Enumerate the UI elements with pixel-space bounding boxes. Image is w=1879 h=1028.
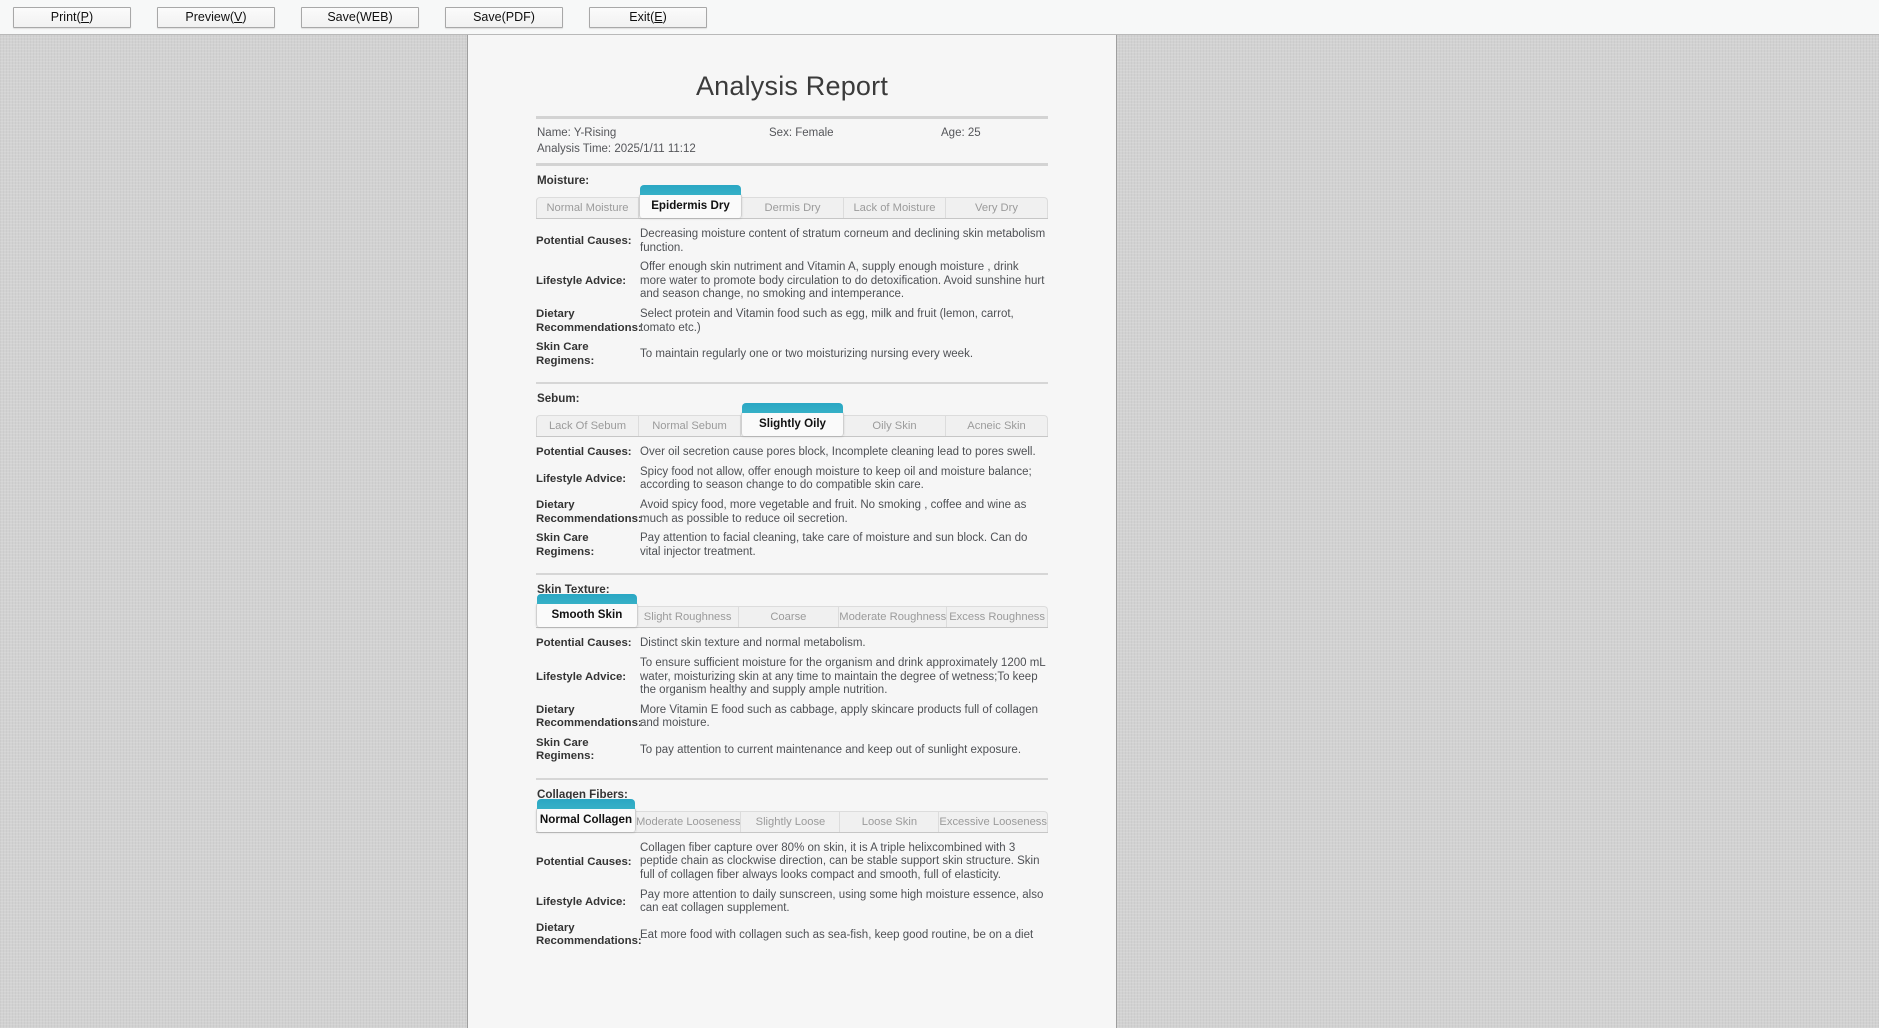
detail-row-skin-care-regimens: Skin Care Regimens: To pay attention to c… [536, 734, 1048, 767]
tab-strip: Normal Moisture Epidermis Dry Dermis Dry La… [536, 185, 1048, 219]
detail-row-potential-causes: Potential Causes: Distinct skin texture a… [536, 634, 1048, 654]
report-sections: Moisture: Normal Moisture Epidermis Dry Der… [536, 166, 1048, 952]
detail-row-skin-care-regimens: Skin Care Regimens: Pay attention to faci… [536, 529, 1048, 562]
detail-row-dietary-recommendations: Dietary Recommendations: More Vitamin E f… [536, 701, 1048, 734]
section-skin-texture: Skin Texture: Smooth Skin Slight Roughness… [536, 575, 1048, 780]
info-sex: Sex: Female [769, 127, 834, 139]
detail-row-dietary-recommendations: Dietary Recommendations: Select protein a… [536, 305, 1048, 338]
detail-row-lifestyle-advice: Lifestyle Advice: Spicy food not allow, o… [536, 463, 1048, 496]
detail-value: To ensure sufficient moisture for the or… [640, 656, 1046, 697]
detail-label: Skin Care Regimens: [536, 736, 595, 763]
detail-value: Collagen fiber capture over 80% on skin,… [640, 841, 1040, 882]
section-moisture: Moisture: Normal Moisture Epidermis Dry Der… [536, 166, 1048, 385]
detail-value: Avoid spicy food, more vegetable and fru… [640, 498, 1027, 525]
info-name: Name: Y-Rising [537, 127, 617, 139]
detail-value: Offer enough skin nutriment and Vitamin … [640, 261, 1045, 301]
detail-row-potential-causes: Potential Causes: Collagen fiber capture … [536, 839, 1048, 886]
save-pdf-button[interactable]: Save(PDF) [445, 6, 563, 28]
tab-coarse[interactable]: Coarse [738, 606, 840, 628]
detail-label: Dietary Recommendations: [536, 499, 642, 525]
detail-label: Skin Care Regimens: [536, 532, 595, 558]
tab-moderate-looseness[interactable]: Moderate Looseness [635, 810, 742, 832]
detail-row-lifestyle-advice: Lifestyle Advice: Pay more attention to d… [536, 886, 1048, 919]
report-page-sheet: Analysis Report Name: Y-Rising Sex: Fema… [467, 35, 1117, 1028]
preview-button[interactable]: Preview(V) [157, 6, 275, 28]
tab-normal-sebum[interactable]: Normal Sebum [639, 415, 741, 437]
detail-label: Dietary Recommendations: [536, 703, 642, 730]
detail-value: Select protein and Vitamin food such as … [640, 307, 1014, 334]
detail-label: Lifestyle Advice: [536, 274, 627, 287]
detail-label: Lifestyle Advice: [536, 670, 627, 683]
detail-label: Dietary Recommendations: [536, 921, 642, 948]
tab-smooth-skin[interactable]: Smooth Skin [536, 594, 638, 628]
detail-row-lifestyle-advice: Lifestyle Advice: Offer enough skin nutri… [536, 258, 1048, 305]
detail-value: To pay attention to current maintenance … [640, 743, 1022, 756]
page-title: Analysis Report [695, 71, 889, 101]
section-sebum: Sebum: Lack Of Sebum Normal Sebum Slightly … [536, 384, 1048, 576]
tab-excessive-looseness[interactable]: Excessive Looseness [939, 810, 1048, 832]
detail-value: Decreasing moisture content of stratum c… [640, 228, 1046, 254]
tab-slight-roughness[interactable]: Slight Roughness [637, 606, 739, 628]
detail-value: Distinct skin texture and normal metabol… [640, 637, 866, 650]
detail-value: More Vitamin E food such as cabbage, app… [640, 703, 1039, 730]
exit-button[interactable]: Exit(E) [589, 6, 707, 28]
print-button[interactable]: Print(P) [13, 6, 131, 28]
detail-row-skin-care-regimens: Skin Care Regimens: To maintain regularly… [536, 338, 1048, 371]
detail-value: Pay more attention to daily sunscreen, u… [640, 888, 1044, 915]
tab-oily-skin[interactable]: Oily Skin [844, 415, 946, 437]
detail-label: Potential Causes: [536, 855, 632, 868]
section-collagen-fibers: Collagen Fibers: Normal Collagen Moderate … [536, 780, 1048, 952]
info-analysis-time: Analysis Time: 2025/1/11 11:12 [537, 143, 696, 155]
tab-excess-roughness[interactable]: Excess Roughness [947, 606, 1048, 628]
tab-normal-moisture[interactable]: Normal Moisture [536, 197, 639, 218]
tab-epidermis-dry[interactable]: Epidermis Dry [639, 185, 742, 218]
tab-slightly-oily[interactable]: Slightly Oily [741, 403, 844, 437]
tab-very-dry[interactable]: Very Dry [946, 197, 1048, 218]
tab-lack-of-moisture[interactable]: Lack of Moisture [844, 197, 946, 218]
toolbar: Print(P) Preview(V) Save(WEB) Save(PDF) Exit… [0, 0, 1879, 35]
tab-dermis-dry[interactable]: Dermis Dry [742, 197, 844, 218]
info-age: Age: 25 [941, 127, 981, 139]
detail-row-lifestyle-advice: Lifestyle Advice: To ensure sufficient mo… [536, 654, 1048, 701]
tab-normal-collagen[interactable]: Normal Collagen [536, 798, 636, 832]
detail-label: Potential Causes: [536, 637, 632, 650]
tab-strip: Normal Collagen Moderate Looseness Slightl… [536, 798, 1048, 833]
detail-label: Dietary Recommendations: [536, 308, 642, 334]
detail-row-potential-causes: Potential Causes: Decreasing moisture con… [536, 225, 1048, 258]
tab-loose-skin[interactable]: Loose Skin [840, 810, 940, 832]
save-web-button[interactable]: Save(WEB) [301, 6, 419, 28]
tab-strip: Lack Of Sebum Normal Sebum Slightly Oily Oi… [536, 403, 1048, 438]
detail-row-dietary-recommendations: Dietary Recommendations: Avoid spicy food… [536, 496, 1048, 529]
detail-value: Over oil secretion cause pores block, In… [640, 446, 1036, 459]
detail-value: Pay attention to facial cleaning, take c… [640, 532, 1028, 558]
tab-acneic-skin[interactable]: Acneic Skin [946, 415, 1048, 437]
tab-strip: Smooth Skin Slight Roughness Coarse Moderat… [536, 594, 1048, 629]
detail-value: Eat more food with collagen such as sea-… [640, 928, 1034, 941]
detail-label: Lifestyle Advice: [536, 472, 627, 485]
tab-moderate-roughness[interactable]: Moderate Roughness [839, 606, 948, 628]
detail-label: Potential Causes: [536, 446, 632, 459]
detail-row-dietary-recommendations: Dietary Recommendations: Eat more food wi… [536, 919, 1048, 952]
detail-label: Potential Causes: [536, 234, 632, 247]
detail-label: Lifestyle Advice: [536, 895, 627, 908]
section-title: Moisture: [537, 174, 590, 187]
print-preview-workspace: Analysis Report Name: Y-Rising Sex: Fema… [0, 35, 1879, 1028]
detail-label: Skin Care Regimens: [536, 341, 595, 367]
detail-value: Spicy food not allow, offer enough moist… [640, 465, 1032, 492]
patient-info-block: Name: Y-Rising Sex: Female Age: 25 Analy… [536, 119, 1048, 163]
detail-value: To maintain regularly one or two moistur… [640, 347, 974, 360]
tab-slightly-loose[interactable]: Slightly Loose [741, 810, 841, 832]
detail-row-potential-causes: Potential Causes: Over oil secretion caus… [536, 443, 1048, 463]
tab-lack-of-sebum[interactable]: Lack Of Sebum [536, 415, 639, 437]
